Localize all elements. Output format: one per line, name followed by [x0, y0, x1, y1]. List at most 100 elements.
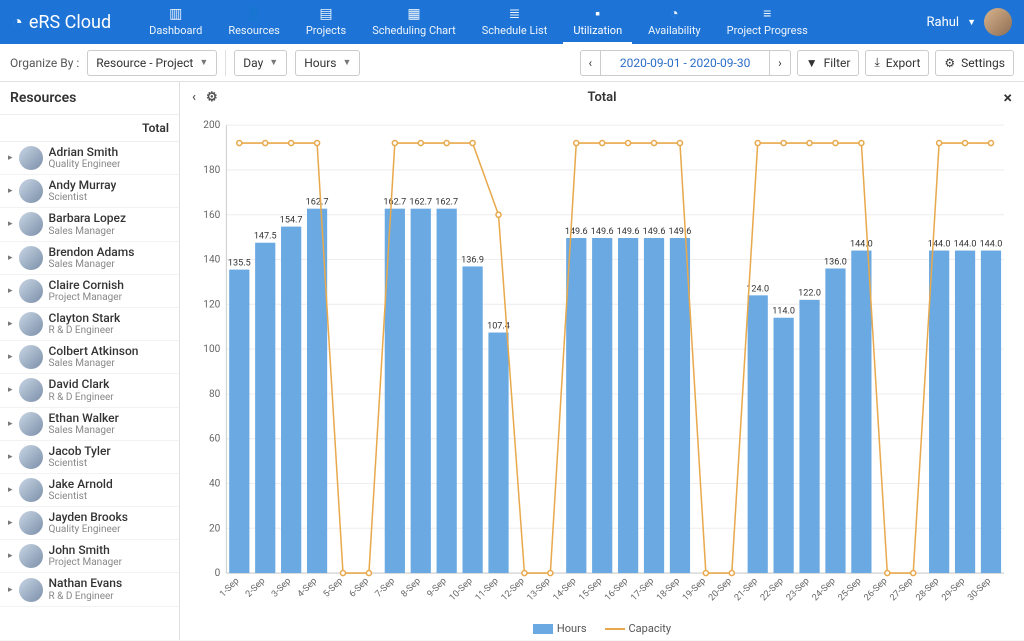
resource-row[interactable]: ▸ Andy Murray Scientist	[0, 175, 179, 208]
svg-text:149.6: 149.6	[617, 227, 640, 237]
svg-text:22-Sep: 22-Sep	[759, 576, 786, 603]
nav-scheduling-chart[interactable]: ▦Scheduling Chart	[362, 0, 466, 44]
organize-label: Organize By :	[10, 56, 79, 70]
filter-button[interactable]: ▼Filter	[797, 50, 860, 76]
svg-text:2-Sep: 2-Sep	[244, 576, 267, 599]
resource-name: Brendon Adams	[49, 246, 135, 259]
svg-text:60: 60	[209, 434, 221, 445]
date-next-button[interactable]: ›	[769, 50, 791, 76]
resource-sidebar: Resources Total ▸ Adrian Smith Quality E…	[0, 82, 180, 640]
resource-role: Scientist	[49, 192, 117, 203]
svg-text:29-Sep: 29-Sep	[940, 576, 967, 603]
resource-row[interactable]: ▸ Ethan Walker Sales Manager	[0, 408, 179, 441]
svg-text:25-Sep: 25-Sep	[837, 576, 864, 603]
caret-down-icon: ▼	[269, 57, 278, 68]
svg-text:0: 0	[215, 568, 221, 579]
svg-text:19-Sep: 19-Sep	[681, 576, 708, 603]
svg-text:114.0: 114.0	[772, 307, 795, 317]
resource-row[interactable]: ▸ Claire Cornish Project Manager	[0, 275, 179, 308]
avatar	[19, 212, 43, 236]
svg-text:40: 40	[209, 478, 221, 489]
chevron-right-icon: ▸	[8, 452, 13, 462]
resource-row[interactable]: ▸ John Smith Project Manager	[0, 540, 179, 573]
svg-text:136.0: 136.0	[824, 257, 847, 267]
svg-text:15-Sep: 15-Sep	[577, 576, 604, 603]
gear-icon: ⚙	[944, 56, 955, 70]
resource-row[interactable]: ▸ David Clark R & D Engineer	[0, 374, 179, 407]
svg-text:11-Sep: 11-Sep	[474, 576, 501, 603]
resource-name: Jacob Tyler	[49, 445, 111, 458]
svg-text:149.6: 149.6	[643, 227, 666, 237]
resource-role: Sales Manager	[49, 358, 139, 369]
chevron-left-icon[interactable]: ‹	[192, 90, 196, 105]
resource-row[interactable]: ▸ Jake Arnold Scientist	[0, 474, 179, 507]
resource-row[interactable]: ▸ Clayton Stark R & D Engineer	[0, 308, 179, 341]
chevron-right-icon: ▸	[8, 551, 13, 561]
svg-text:1-Sep: 1-Sep	[218, 576, 241, 599]
nav-projects[interactable]: ▤Projects	[296, 0, 356, 44]
chevron-right-icon: ›	[778, 56, 782, 70]
chevron-right-icon: ▸	[8, 585, 13, 595]
resource-role: Sales Manager	[49, 425, 119, 436]
date-range-display[interactable]: 2020-09-01 - 2020-09-30	[600, 50, 770, 76]
organize-select[interactable]: Resource - Project▼	[87, 50, 217, 76]
chevron-right-icon: ▸	[8, 319, 13, 329]
resource-row[interactable]: ▸ Jacob Tyler Scientist	[0, 441, 179, 474]
top-nav: ◔ eRS Cloud ▥Dashboard👤Resources▤Project…	[0, 0, 1024, 44]
chevron-right-icon: ▸	[8, 485, 13, 495]
user-avatar	[984, 8, 1012, 36]
resource-row[interactable]: ▸ Colbert Atkinson Sales Manager	[0, 341, 179, 374]
project-progress-icon: ≡	[763, 5, 771, 22]
logo-icon: ◔	[12, 12, 23, 33]
utilization-chart: 020406080100120140160180200135.5147.5154…	[190, 117, 1010, 616]
resource-row[interactable]: ▸ Brendon Adams Sales Manager	[0, 242, 179, 275]
sidebar-subheader: Total	[0, 115, 179, 142]
nav-schedule-list[interactable]: ≣Schedule List	[472, 0, 558, 44]
avatar	[19, 378, 43, 402]
date-prev-button[interactable]: ‹	[580, 50, 602, 76]
svg-text:23-Sep: 23-Sep	[785, 576, 812, 603]
svg-text:14-Sep: 14-Sep	[552, 576, 579, 603]
chevron-right-icon: ▸	[8, 352, 13, 362]
svg-text:180: 180	[203, 165, 220, 176]
svg-text:16-Sep: 16-Sep	[603, 576, 630, 603]
svg-text:4-Sep: 4-Sep	[296, 576, 319, 599]
granularity-select[interactable]: Day▼	[234, 50, 287, 76]
resource-row[interactable]: ▸ Barbara Lopez Sales Manager	[0, 208, 179, 241]
resource-name: Nathan Evans	[49, 577, 123, 590]
resource-name: Barbara Lopez	[49, 212, 126, 225]
settings-button[interactable]: ⚙Settings	[935, 50, 1014, 76]
avatar	[19, 246, 43, 270]
resource-role: Scientist	[49, 491, 113, 502]
svg-text:122.0: 122.0	[798, 289, 821, 299]
resource-role: Quality Engineer	[49, 159, 121, 170]
close-icon[interactable]: ×	[1004, 88, 1013, 107]
resource-name: Jayden Brooks	[49, 511, 128, 524]
svg-text:144.0: 144.0	[850, 239, 873, 249]
avatar	[19, 445, 43, 469]
export-button[interactable]: ⤓Export	[865, 50, 929, 76]
svg-text:28-Sep: 28-Sep	[914, 576, 941, 603]
chevron-right-icon: ▸	[8, 219, 13, 229]
chevron-right-icon: ▸	[8, 286, 13, 296]
resource-role: Sales Manager	[49, 259, 135, 270]
resource-name: John Smith	[49, 544, 122, 557]
resource-row[interactable]: ▸ Adrian Smith Quality Engineer	[0, 142, 179, 175]
gear-icon[interactable]: ⚙	[206, 90, 218, 105]
svg-text:149.6: 149.6	[669, 227, 692, 237]
nav-dashboard[interactable]: ▥Dashboard	[139, 0, 212, 44]
nav-project-progress[interactable]: ≡Project Progress	[717, 0, 818, 44]
resource-row[interactable]: ▸ Nathan Evans R & D Engineer	[0, 573, 179, 606]
nav-utilization[interactable]: ▪Utilization	[563, 0, 632, 44]
nav-resources[interactable]: 👤Resources	[218, 0, 290, 44]
avatar	[19, 412, 43, 436]
unit-select[interactable]: Hours▼	[295, 50, 360, 76]
brand-logo: ◔ eRS Cloud	[12, 12, 111, 33]
resource-row[interactable]: ▸ Jayden Brooks Quality Engineer	[0, 507, 179, 540]
nav-availability[interactable]: ◔Availability	[638, 0, 710, 44]
chevron-right-icon: ▸	[8, 518, 13, 528]
avatar	[19, 279, 43, 303]
user-menu[interactable]: Rahul ▼	[927, 8, 1013, 36]
svg-text:80: 80	[209, 389, 221, 400]
svg-text:149.6: 149.6	[565, 227, 588, 237]
